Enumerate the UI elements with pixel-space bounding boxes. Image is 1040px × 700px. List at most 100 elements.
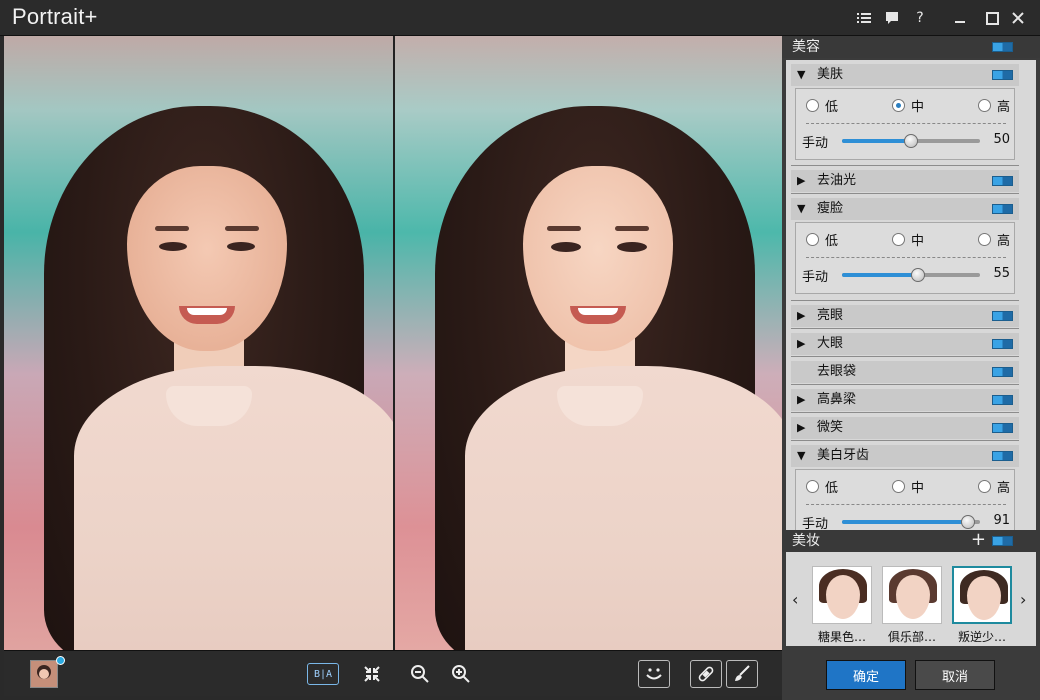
adjust-panel: 美容 ▼ 美肤 低 中 高 手动 50 ▶ 去油光 ▼ 瘦脸 低 中 高 手动 … — [782, 36, 1040, 700]
add-icon[interactable]: + — [971, 529, 986, 551]
item-toggle[interactable] — [992, 451, 1013, 461]
manual-slider-row: 手动 55 — [796, 263, 1016, 287]
item-label: 瘦脸 — [817, 201, 844, 216]
item-bright-eyes[interactable]: ▶ 亮眼 — [791, 305, 1019, 327]
item-toggle[interactable] — [992, 339, 1013, 349]
chevron-right-icon[interactable]: › — [1020, 590, 1026, 609]
makeup-section-header[interactable]: 美妆 + — [782, 529, 1040, 552]
separator — [806, 257, 1006, 258]
slider-value: 50 — [993, 132, 1010, 147]
makeup-preset[interactable] — [882, 566, 942, 624]
divider — [791, 328, 1019, 329]
item-slim-face[interactable]: ▼ 瘦脸 — [791, 198, 1019, 220]
item-toggle[interactable] — [992, 423, 1013, 433]
divider — [791, 440, 1019, 441]
avatar-thumb[interactable] — [30, 660, 58, 688]
teeth-slider[interactable] — [842, 515, 980, 529]
item-toggle[interactable] — [992, 367, 1013, 377]
slider-fill — [842, 139, 911, 143]
right-eye — [227, 242, 255, 251]
zoom-out-icon[interactable] — [407, 660, 433, 688]
separator — [806, 123, 1006, 124]
teeth — [187, 308, 227, 315]
left-eye — [551, 242, 581, 252]
help-icon[interactable]: ? — [908, 6, 932, 30]
right-brow — [615, 226, 649, 231]
beauty-toggle[interactable] — [992, 42, 1013, 52]
radio-mid[interactable]: 中 — [892, 477, 924, 496]
slider-value: 91 — [993, 513, 1010, 528]
slider-knob[interactable] — [960, 515, 975, 529]
divider — [791, 165, 1019, 166]
title-bar: Portrait+ ? — [0, 0, 1040, 36]
makeup-section-title: 美妆 — [792, 533, 820, 549]
radio-circle — [978, 233, 991, 246]
smile-icon[interactable] — [638, 660, 670, 688]
beauty-section-header[interactable]: 美容 — [782, 36, 1040, 58]
before-photo[interactable] — [4, 36, 393, 650]
collapsed-arrow-icon: ▶ — [797, 309, 806, 322]
radio-circle — [892, 233, 905, 246]
radio-high[interactable]: 高 — [978, 477, 1010, 496]
brush-icon[interactable] — [726, 660, 758, 688]
collapsed-arrow-icon: ▶ — [797, 174, 806, 187]
maximize-icon[interactable] — [980, 6, 1004, 30]
item-label: 亮眼 — [817, 308, 844, 323]
item-toggle[interactable] — [992, 395, 1013, 405]
item-oil[interactable]: ▶ 去油光 — [791, 170, 1019, 192]
beauty-list: ▼ 美肤 低 中 高 手动 50 ▶ 去油光 ▼ 瘦脸 低 中 高 手动 55 … — [786, 60, 1036, 560]
radio-low[interactable]: 低 — [806, 96, 838, 115]
slider-knob[interactable] — [910, 268, 925, 282]
mouth — [179, 306, 235, 324]
collapsed-arrow-icon: ▶ — [797, 421, 806, 434]
radio-circle — [978, 99, 991, 112]
radio-high[interactable]: 高 — [978, 230, 1010, 249]
level-radios: 低 中 高 — [796, 229, 1016, 249]
after-photo[interactable] — [395, 36, 782, 650]
item-label: 微笑 — [817, 420, 844, 435]
chat-icon[interactable] — [880, 6, 904, 30]
makeup-preset-selected[interactable] — [952, 566, 1012, 624]
slider-fill — [842, 520, 968, 524]
expanded-arrow-icon: ▼ — [797, 449, 806, 462]
divider — [791, 300, 1019, 301]
item-label: 大眼 — [817, 336, 844, 351]
ok-button[interactable]: 确定 — [826, 660, 906, 690]
radio-mid[interactable]: 中 — [892, 230, 924, 249]
item-toggle[interactable] — [992, 204, 1013, 214]
item-teeth[interactable]: ▼ 美白牙齿 — [791, 445, 1019, 467]
item-nose[interactable]: ▶ 高鼻梁 — [791, 389, 1019, 411]
manual-slider-row: 手动 50 — [796, 129, 1016, 153]
radio-low[interactable]: 低 — [806, 477, 838, 496]
item-big-eyes[interactable]: ▶ 大眼 — [791, 333, 1019, 355]
cancel-button[interactable]: 取消 — [915, 660, 995, 690]
makeup-toggle[interactable] — [992, 536, 1013, 546]
radio-low[interactable]: 低 — [806, 230, 838, 249]
radio-mid[interactable]: 中 — [892, 96, 924, 115]
divider — [791, 193, 1019, 194]
list-icon[interactable] — [852, 6, 876, 30]
item-toggle[interactable] — [992, 70, 1013, 80]
item-skin[interactable]: ▼ 美肤 — [791, 64, 1019, 86]
item-smile[interactable]: ▶ 微笑 — [791, 417, 1019, 439]
chevron-left-icon[interactable]: ‹ — [792, 590, 798, 609]
close-icon[interactable] — [1006, 6, 1030, 30]
makeup-preset[interactable] — [812, 566, 872, 624]
preset-face — [967, 576, 1001, 620]
skin-slider[interactable] — [842, 134, 980, 148]
item-toggle[interactable] — [992, 311, 1013, 321]
slim-slider[interactable] — [842, 268, 980, 282]
photo-compare-area[interactable] — [4, 36, 782, 650]
bandage-icon[interactable] — [690, 660, 722, 688]
zoom-in-icon[interactable] — [448, 660, 474, 688]
item-label: 美肤 — [817, 67, 844, 82]
item-toggle[interactable] — [992, 176, 1013, 186]
slider-knob[interactable] — [904, 134, 918, 148]
minimize-icon[interactable] — [948, 6, 972, 30]
radio-high[interactable]: 高 — [978, 96, 1010, 115]
mouth — [570, 306, 626, 324]
item-label: 去油光 — [817, 173, 857, 188]
item-eye-bags[interactable]: 去眼袋 — [791, 361, 1019, 383]
collapse-icon[interactable] — [360, 660, 384, 688]
compare-icon[interactable]: B|A — [307, 663, 339, 685]
